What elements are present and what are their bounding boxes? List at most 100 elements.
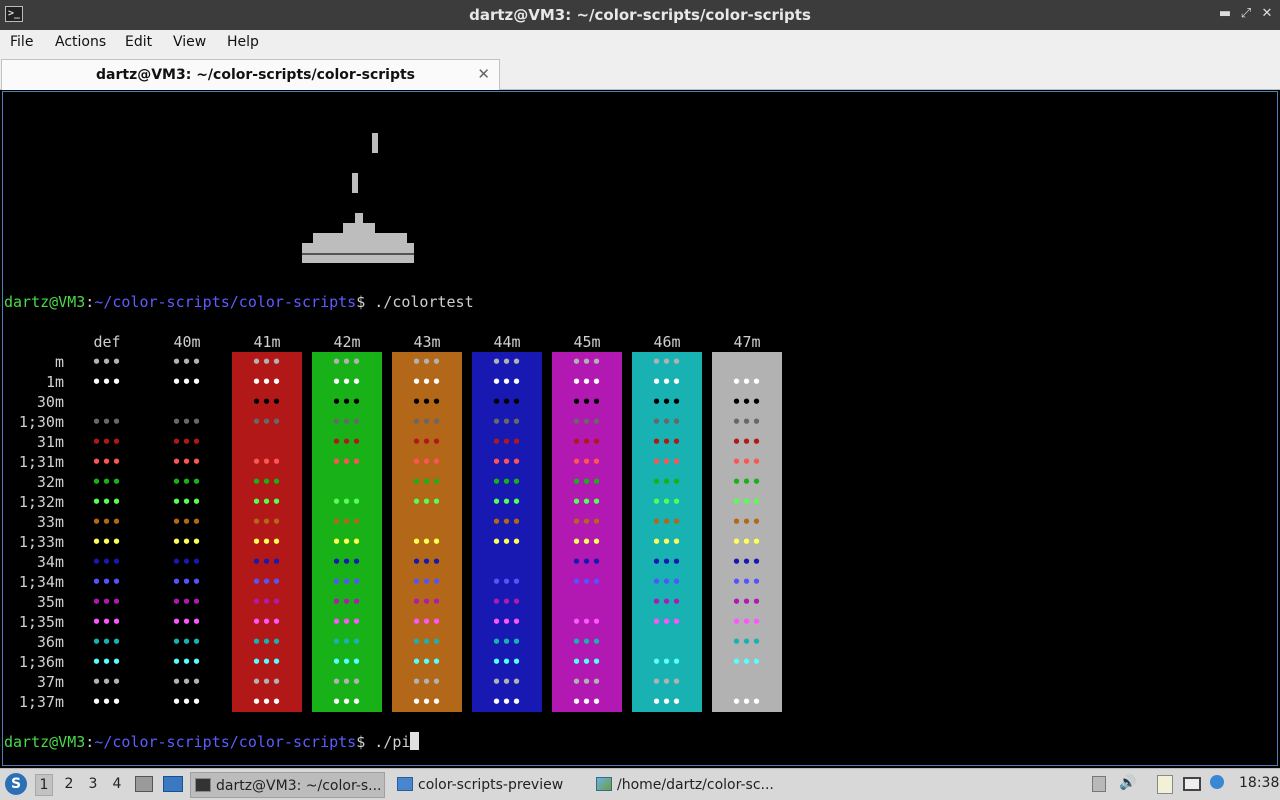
task-folder[interactable]: color-scripts-preview [393,772,583,798]
color-sample: ••• [411,633,443,651]
tab-label: dartz@VM3: ~/color-scripts/color-scripts [96,67,416,83]
color-row-label: 32m [36,473,64,491]
color-sample: ••• [571,653,603,671]
color-sample: ••• [731,573,763,591]
color-sample: ••• [491,393,523,411]
color-sample: ••• [491,373,523,391]
color-sample: ••• [171,653,203,671]
task-terminal[interactable]: dartz@VM3: ~/color-s... [190,772,385,798]
color-row-label: 1;32m [18,493,64,511]
network-icon[interactable] [1183,777,1201,791]
color-sample: ••• [491,533,523,551]
workspace-1[interactable]: 1 [35,774,53,796]
color-sample: ••• [331,633,363,651]
color-sample: ••• [331,693,363,711]
taskbar: S 1 2 3 4 dartz@VM3: ~/color-s... color-… [0,768,1280,800]
color-sample: ••• [571,573,603,591]
prompt-line-1: dartz@VM3:~/color-scripts/color-scripts$… [4,292,474,312]
color-sample: ••• [331,613,363,631]
clipboard-icon[interactable] [1157,775,1173,794]
color-sample: ••• [251,413,283,431]
color-sample: ••• [731,553,763,571]
color-row-label: 1;30m [18,413,64,431]
color-sample: ••• [171,633,203,651]
menu-view[interactable]: View [173,34,206,50]
color-sample: ••• [331,593,363,611]
color-row-label: 33m [36,513,64,531]
color-sample: ••• [411,533,443,551]
color-sample: ••• [251,513,283,531]
prompt-dollar: $ [356,733,375,751]
workspace-3[interactable]: 3 [84,776,102,792]
prompt-colon: : [85,293,95,311]
color-column-header: 45m [573,333,601,351]
color-column-header: def [93,333,121,351]
updates-icon[interactable] [1210,775,1224,789]
color-sample: ••• [731,373,763,391]
color-sample: ••• [411,373,443,391]
color-sample: ••• [331,453,363,471]
lxqt-start-icon[interactable]: S [5,773,27,795]
color-sample: ••• [91,473,123,491]
color-sample: ••• [251,533,283,551]
color-sample: ••• [251,553,283,571]
task-image-viewer[interactable]: /home/dartz/color-sc... [592,772,792,798]
color-sample: ••• [171,413,203,431]
color-row-label: m [54,353,64,371]
image-viewer-icon [596,777,612,791]
prompt-colon: : [85,733,95,751]
menu-file[interactable]: File [10,34,33,50]
terminal-tab[interactable]: dartz@VM3: ~/color-scripts/color-scripts… [1,59,500,90]
color-sample: ••• [731,393,763,411]
color-row-label: 34m [36,553,64,571]
file-manager-icon[interactable] [135,776,153,792]
menu-bar: File Actions Edit View Help [0,30,1280,56]
color-sample: ••• [411,473,443,491]
color-sample: ••• [651,353,683,371]
color-sample: ••• [571,513,603,531]
menu-actions[interactable]: Actions [55,34,106,50]
color-sample: ••• [91,593,123,611]
color-sample: ••• [251,613,283,631]
color-sample: ••• [651,493,683,511]
close-button[interactable]: ✕ [1259,6,1275,22]
color-sample: ••• [491,693,523,711]
workspace-4[interactable]: 4 [108,776,126,792]
menu-help[interactable]: Help [227,34,259,50]
color-column-header: 44m [493,333,521,351]
color-sample: ••• [331,553,363,571]
color-sample: ••• [171,393,203,411]
color-sample: ••• [331,473,363,491]
restore-button[interactable]: ⤢ [1238,6,1254,22]
workspace-2[interactable]: 2 [60,776,78,792]
color-sample: ••• [411,673,443,691]
window-titlebar[interactable]: >_ dartz@VM3: ~/color-scripts/color-scri… [0,0,1280,30]
color-sample: ••• [171,373,203,391]
color-sample: ••• [171,453,203,471]
color-sample: ••• [491,353,523,371]
minimize-button[interactable]: ▬ [1217,6,1233,22]
color-sample: ••• [91,633,123,651]
prompt-user-host: dartz@VM3 [4,293,86,311]
color-sample: ••• [251,453,283,471]
color-sample: ••• [91,453,123,471]
color-column-header: 40m [173,333,201,351]
volume-icon[interactable]: 🔊 [1119,775,1136,791]
color-sample: ••• [491,453,523,471]
color-sample: ••• [411,433,443,451]
color-sample: ••• [171,553,203,571]
color-sample: ••• [91,613,123,631]
show-desktop-icon[interactable] [163,776,183,792]
color-sample: ••• [651,653,683,671]
tab-close-icon[interactable]: ✕ [477,65,490,83]
terminal-view[interactable]: dartz@VM3:~/color-scripts/color-scripts$… [2,91,1278,766]
color-sample: ••• [411,493,443,511]
color-sample: ••• [251,693,283,711]
color-sample: ••• [411,613,443,631]
trash-icon[interactable] [1092,776,1106,792]
color-sample: ••• [171,433,203,451]
color-sample: ••• [251,373,283,391]
color-sample: ••• [571,393,603,411]
color-sample: ••• [571,353,603,371]
menu-edit[interactable]: Edit [125,34,152,50]
